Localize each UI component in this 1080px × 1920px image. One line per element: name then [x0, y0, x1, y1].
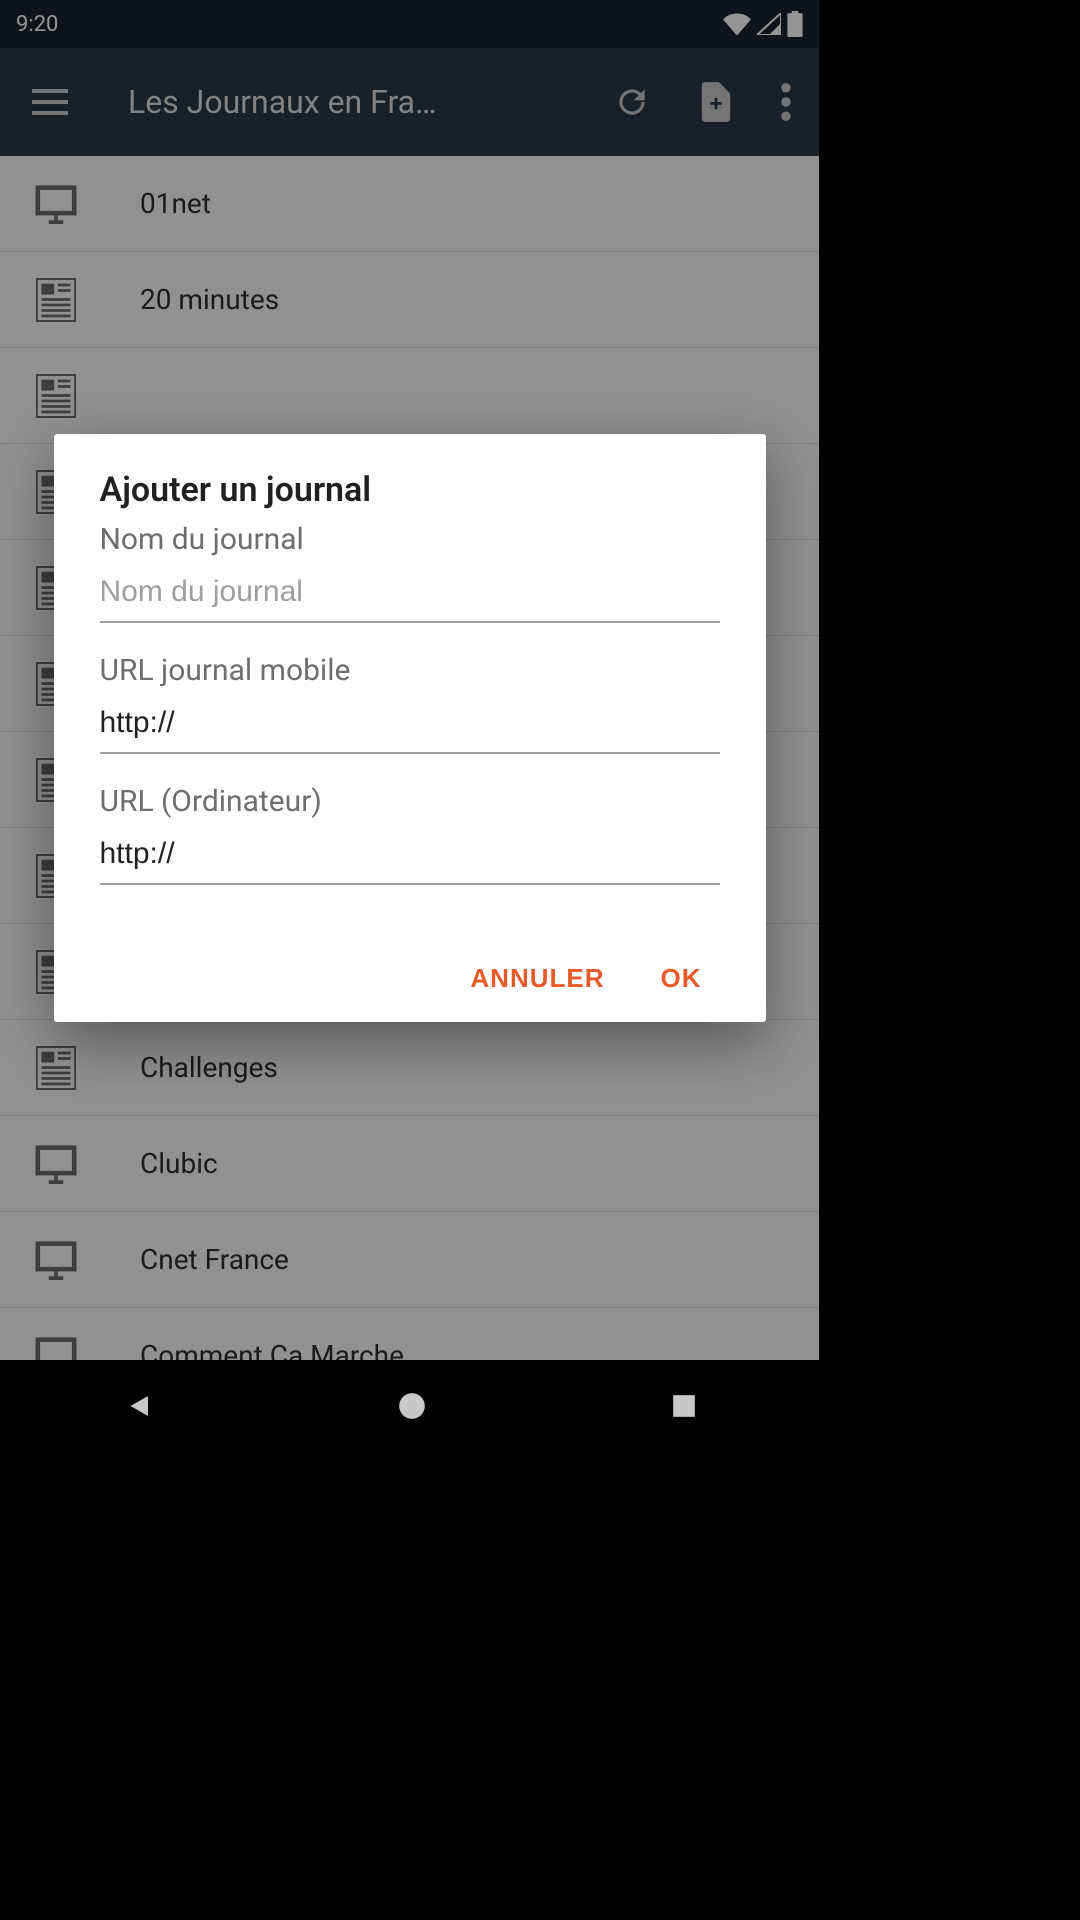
ok-button[interactable]: OK [661, 963, 702, 994]
field3-label: URL (Ordinateur) [100, 784, 720, 819]
dialog-title: Ajouter un journal [100, 470, 720, 510]
nav-bar [0, 1360, 819, 1456]
dialog-overlay: Ajouter un journal Nom du journal URL jo… [0, 0, 819, 1456]
field1-label: Nom du journal [100, 522, 720, 557]
desktop-url-input[interactable] [100, 829, 720, 885]
nav-back-button[interactable] [123, 1391, 153, 1425]
cancel-button[interactable]: ANNULER [470, 963, 604, 994]
mobile-url-input[interactable] [100, 698, 720, 754]
nav-home-button[interactable] [398, 1392, 426, 1424]
field2-label: URL journal mobile [100, 653, 720, 688]
journal-name-input[interactable] [100, 567, 720, 623]
add-journal-dialog: Ajouter un journal Nom du journal URL jo… [54, 434, 766, 1022]
nav-recent-button[interactable] [671, 1393, 697, 1423]
